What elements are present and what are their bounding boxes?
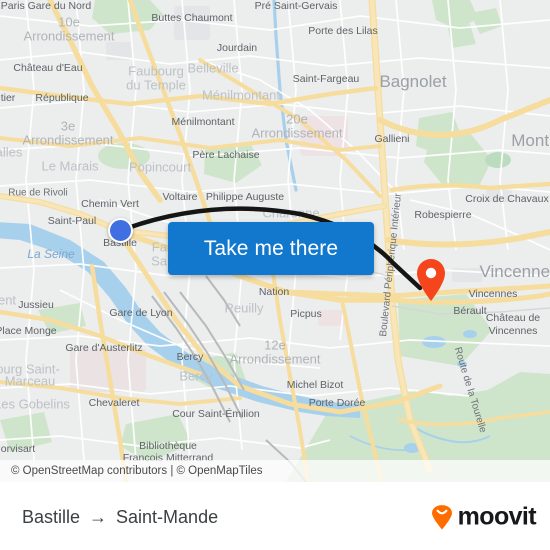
map-canvas[interactable]: Paris Gare du Nord 10e Arrondissement Butte… [0,0,550,482]
moovit-pin-icon [431,504,452,529]
take-me-there-button[interactable]: Take me there [168,222,374,275]
map-attribution-text[interactable]: © OpenStreetMap contributors | © OpenMap… [11,465,263,477]
moovit-wordmark: moovit [457,502,537,531]
footer-bar: Bastille → Saint-Mande moovit [0,482,550,550]
take-me-there-label: Take me there [203,236,339,260]
route-summary: Bastille → Saint-Mande [22,507,218,528]
map-attribution-bar: © OpenStreetMap contributors | © OpenMap… [0,460,550,482]
origin-marker[interactable] [108,218,133,243]
moovit-logo[interactable]: moovit [429,502,537,532]
moovit-map-screenshot: Paris Gare du Nord 10e Arrondissement Butte… [0,0,550,550]
arrow-right-icon: → [89,507,108,527]
destination-name: Saint-Mande [116,506,219,527]
origin-name: Bastille [22,506,81,527]
destination-marker[interactable] [415,258,447,302]
